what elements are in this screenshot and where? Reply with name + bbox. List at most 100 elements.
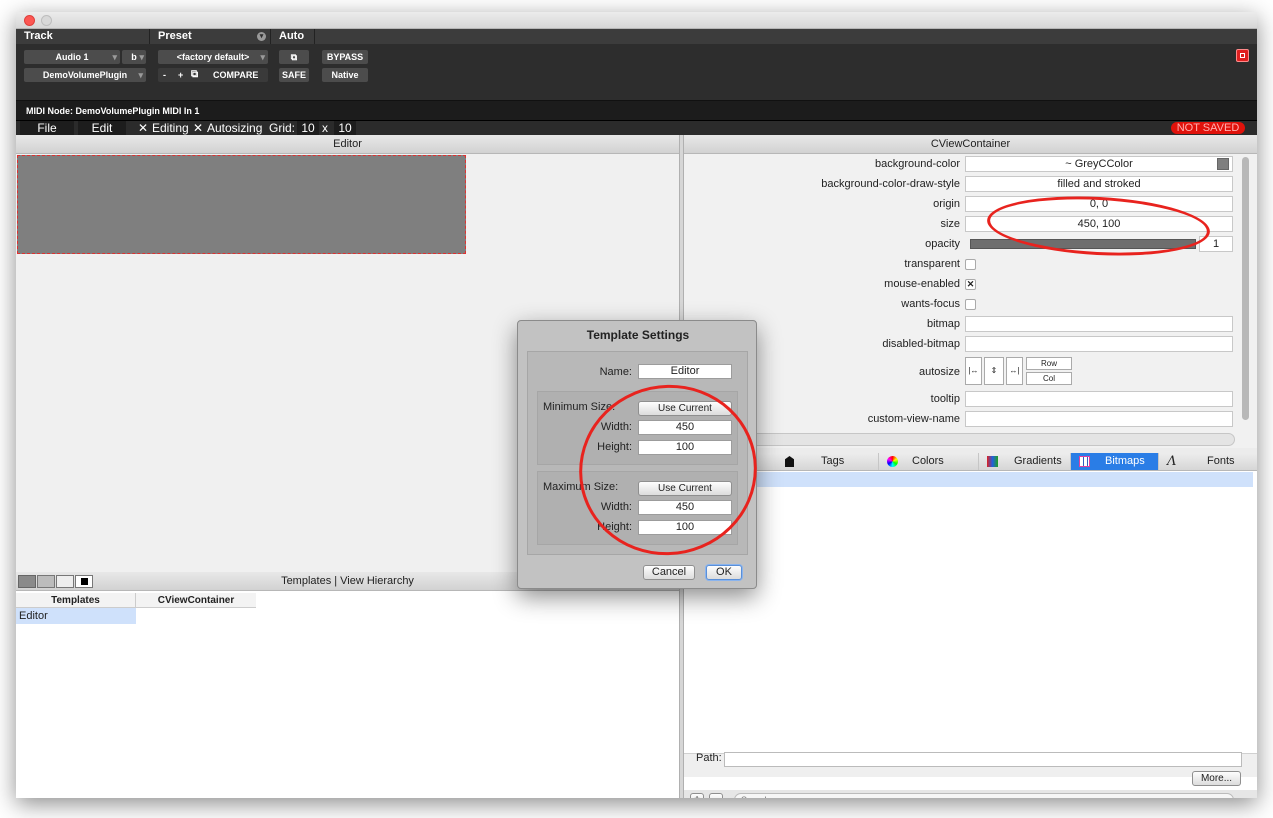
track-header: Track (16, 29, 150, 44)
track-name: Audio 1 (55, 52, 89, 62)
editing-checkbox[interactable]: ✕ (138, 121, 148, 135)
track-channel: b (131, 52, 137, 62)
path-field[interactable] (724, 752, 1242, 767)
templates-panel: Templates | View Hierarchy Templates CVi… (16, 572, 679, 798)
custom-view-name-field[interactable] (965, 411, 1233, 427)
preset-value: <factory default> (176, 52, 250, 62)
autosizing-checkbox[interactable]: ✕ (193, 121, 203, 135)
tooltip-field[interactable] (965, 391, 1233, 407)
compare-button[interactable]: COMPARE (213, 68, 258, 82)
mouse-enabled-checkbox[interactable]: ✕ (965, 279, 976, 290)
plugin-selector[interactable]: DemoVolumePlugin ▾ (24, 68, 146, 82)
preset-plus-button[interactable]: + (178, 68, 183, 82)
preset-header-label: Preset (158, 30, 192, 42)
view-mode-4-icon[interactable] (75, 575, 93, 588)
view-mode-3-icon[interactable] (56, 575, 74, 588)
clip-indicator-icon[interactable] (1236, 49, 1249, 62)
name-label: Name: (599, 366, 632, 378)
resource-search-input[interactable] (734, 793, 1234, 798)
remove-resource-button[interactable]: - (709, 793, 723, 798)
dialog-title: Template Settings (586, 328, 690, 342)
chevron-down-icon: ▾ (138, 70, 143, 80)
preset-selector[interactable]: <factory default> ▾ (158, 50, 268, 64)
midi-node-bar: MIDI Node: DemoVolumePlugin MIDI In 1 (16, 101, 1257, 121)
plugin-window: Track Preset ▾ Auto Audio 1 ▾ b ▾ DemoVolu… (16, 12, 1257, 798)
inspector-scrollbar[interactable] (1242, 157, 1249, 420)
not-saved-badge: NOT SAVED (1171, 122, 1245, 134)
editor-title: Editor (16, 135, 679, 154)
view-mode-2-icon[interactable] (37, 575, 55, 588)
track-channel-selector[interactable]: b ▾ (122, 50, 146, 64)
file-menu-label: File (37, 121, 57, 135)
tab-tags-label: Tags (821, 455, 845, 467)
title-bar (16, 12, 1257, 29)
autosize-center-icon[interactable]: ⇕ (984, 357, 1004, 385)
preset-menu-icon[interactable]: ▾ (257, 32, 266, 41)
ok-button[interactable]: OK (706, 565, 742, 580)
minimize-window-button[interactable] (41, 15, 52, 26)
tag-icon (785, 456, 794, 467)
tab-bitmaps[interactable]: Bitmaps (1071, 453, 1159, 470)
transparent-checkbox[interactable] (965, 259, 976, 270)
grid-label: Grid: (269, 121, 296, 135)
more-button[interactable]: More... (1192, 771, 1241, 786)
safe-button[interactable]: SAFE (279, 68, 309, 82)
file-menu[interactable]: File (20, 121, 74, 135)
color-swatch (1217, 158, 1229, 170)
template-row[interactable]: Editor (16, 608, 136, 624)
track-selector[interactable]: Audio 1 ▾ (24, 50, 120, 64)
chevron-down-icon: ▾ (260, 52, 265, 62)
prop-label-wants-focus: wants-focus (901, 298, 960, 310)
autosize-col-button[interactable]: Col (1026, 372, 1072, 385)
native-indicator: Native (322, 68, 368, 82)
copy-settings-icon[interactable]: ⧉ (191, 68, 198, 82)
autosize-right-icon[interactable]: ↔| (1006, 357, 1023, 385)
add-resource-button[interactable]: + (690, 793, 704, 798)
grid-y-field[interactable]: 10 (334, 121, 356, 135)
prop-label-draw-style: background-color-draw-style (821, 178, 960, 190)
path-label: Path: (696, 752, 722, 764)
auto-header: Auto (271, 29, 315, 44)
inspector-horizontal-scrollbar[interactable] (686, 433, 1235, 446)
selected-resource-row[interactable] (684, 472, 1253, 487)
tab-gradients[interactable]: Gradients (979, 453, 1071, 470)
autosize-left-icon[interactable]: |↔ (965, 357, 982, 385)
tab-bitmaps-label: Bitmaps (1105, 455, 1145, 467)
editor-view-container[interactable] (17, 155, 466, 254)
tab-colors[interactable]: Colors (879, 453, 979, 470)
preset-minus-button[interactable]: - (163, 68, 166, 82)
editing-label: Editing (152, 121, 189, 135)
gradient-icon (987, 456, 998, 467)
wants-focus-checkbox[interactable] (965, 299, 976, 310)
autosize-row-button[interactable]: Row (1026, 357, 1072, 370)
grid-x-field[interactable]: 10 (297, 121, 319, 135)
midi-node-label: MIDI Node: DemoVolumePlugin MIDI In 1 (26, 106, 200, 116)
disabled-bitmap-field[interactable] (965, 336, 1233, 352)
cancel-button[interactable]: Cancel (643, 565, 695, 580)
tab-fonts-label: Fonts (1207, 455, 1235, 467)
prop-label-mouse-enabled: mouse-enabled (884, 278, 960, 290)
close-window-button[interactable] (24, 15, 35, 26)
edit-menu[interactable]: Edit (78, 121, 126, 135)
automation-icon[interactable]: ⧉ (279, 50, 309, 64)
color-wheel-icon (887, 456, 898, 467)
tab-tags[interactable]: Tags (777, 453, 879, 470)
inspector-title: CViewContainer (684, 135, 1257, 154)
font-icon: Λ (1167, 454, 1177, 469)
view-mode-1-icon[interactable] (18, 575, 36, 588)
edit-menu-label: Edit (91, 121, 113, 135)
tab-gradients-label: Gradients (1014, 455, 1062, 467)
autosizing-label: Autosizing (207, 121, 263, 135)
view-column-header: CViewContainer (136, 593, 256, 608)
resource-tabs: Tags Colors Gradients Bitmaps Λ Fonts (684, 453, 1257, 471)
draw-style-field[interactable]: filled and stroked (965, 176, 1233, 192)
templates-title: Templates | View Hierarchy (281, 575, 414, 587)
bitmap-field[interactable] (965, 316, 1233, 332)
tab-fonts[interactable]: Λ Fonts (1159, 453, 1257, 470)
grid-by-label: x (322, 121, 328, 135)
background-color-field[interactable]: ~ GreyCColor (965, 156, 1233, 172)
bypass-button[interactable]: BYPASS (322, 50, 368, 64)
name-field[interactable]: Editor (638, 364, 732, 379)
background-color-value: ~ GreyCColor (1065, 158, 1133, 170)
bitmap-grid-icon (1079, 456, 1090, 467)
